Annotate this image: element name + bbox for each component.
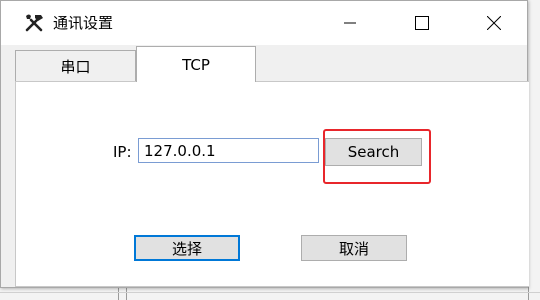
tab-tcp[interactable]: TCP [136,46,256,82]
title-bar[interactable]: 通讯设置 [1,1,527,45]
maximize-icon [415,16,429,30]
window-title: 通讯设置 [53,14,114,32]
minimize-icon [344,22,356,24]
select-button[interactable]: 选择 [134,235,240,261]
tab-serial[interactable]: 串口 [15,50,136,82]
settings-dialog: 通讯设置 串口 TCP IP: Search 选择 取消 [0,0,529,288]
tcp-tab-panel [15,81,529,287]
minimize-button[interactable] [327,1,373,45]
ip-input[interactable] [138,138,319,163]
close-button[interactable] [471,1,517,45]
highlight-box [323,129,431,184]
cancel-button[interactable]: 取消 [301,235,407,261]
maximize-button[interactable] [399,1,445,45]
background-divider [0,292,540,293]
hammer-wrench-icon [23,12,45,34]
tab-tcp-label: TCP [182,55,210,74]
tab-serial-label: 串口 [60,58,91,76]
background-divider [126,288,127,300]
close-icon [487,16,501,30]
background-divider [118,288,119,300]
ip-label: IP: [113,143,132,161]
